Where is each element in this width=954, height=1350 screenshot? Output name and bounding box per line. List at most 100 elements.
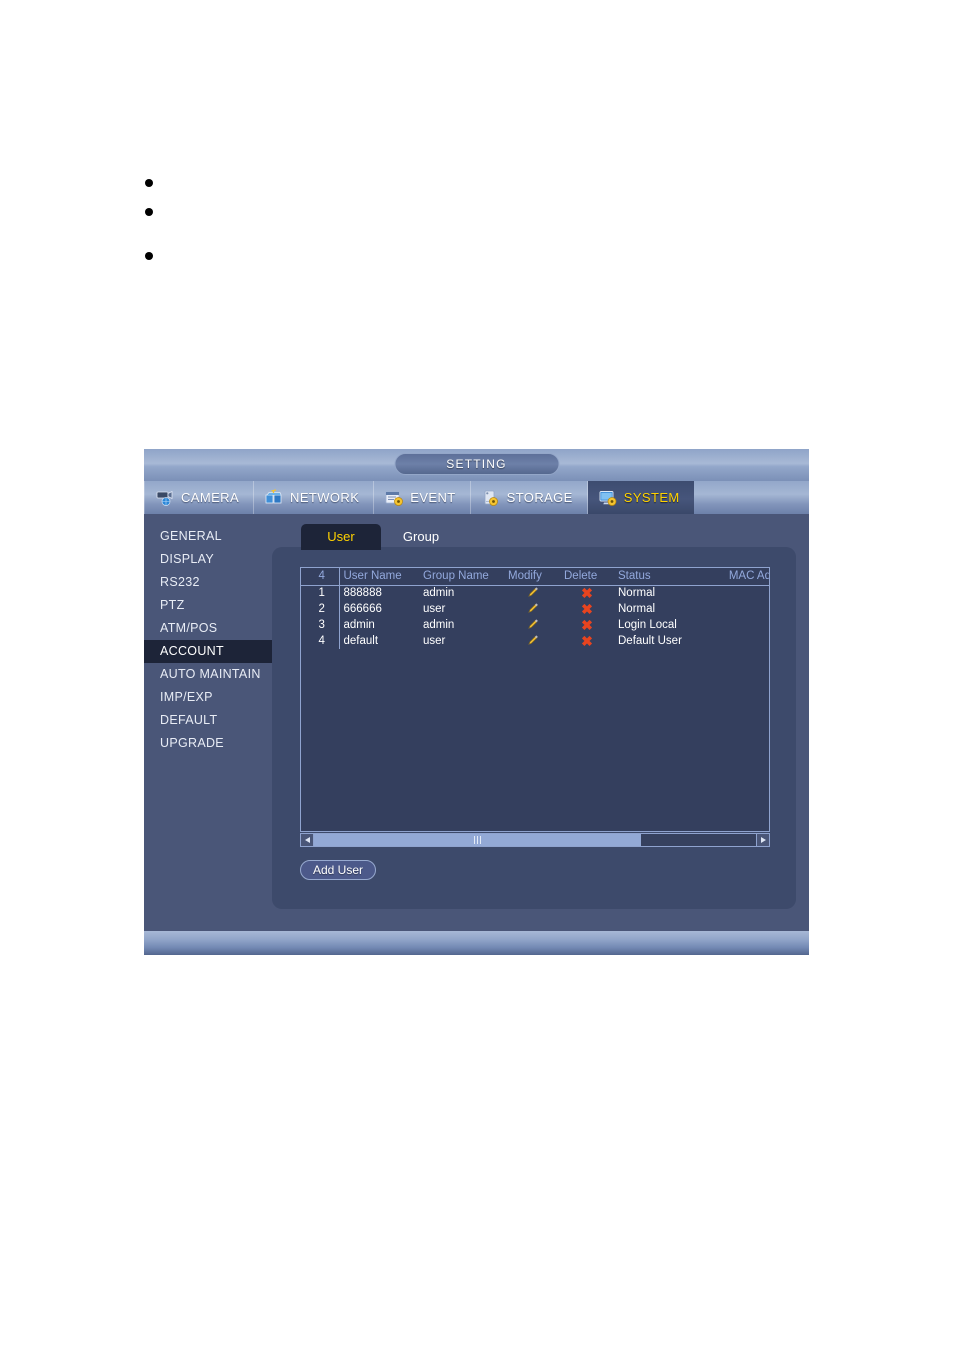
main-tab-bar: CAMERA NETWORK EVENT STORAGE SYSTEM: [144, 481, 809, 514]
cell-user-name: admin: [343, 619, 375, 631]
tab-label: STORAGE: [506, 490, 573, 505]
column-header-delete[interactable]: Delete: [560, 568, 614, 586]
modify-button[interactable]: [504, 601, 560, 617]
cell-status: Normal: [618, 603, 656, 615]
account-panel: 4 User Name Group Name Modify Delete Sta…: [272, 547, 796, 909]
horizontal-scrollbar[interactable]: [300, 833, 770, 847]
tab-user[interactable]: User: [301, 524, 381, 550]
delete-button[interactable]: ✖: [560, 585, 614, 601]
content-area: User Group 4 User Name Group Name Modify…: [272, 514, 809, 931]
tab-system[interactable]: SYSTEM: [587, 481, 694, 514]
close-x-icon: ✖: [581, 617, 593, 633]
close-x-icon: ✖: [581, 601, 593, 617]
cell-user-name: 666666: [343, 603, 382, 615]
delete-button[interactable]: ✖: [560, 617, 614, 633]
camera-icon: [156, 490, 173, 506]
user-table-container: 4 User Name Group Name Modify Delete Sta…: [300, 567, 770, 832]
system-icon: [599, 490, 617, 506]
user-table: 4 User Name Group Name Modify Delete Sta…: [301, 568, 769, 649]
list-item: [145, 172, 165, 187]
scrollbar-thumb[interactable]: [314, 834, 642, 846]
pencil-icon: [527, 587, 538, 598]
tab-group[interactable]: Group: [381, 524, 461, 550]
storage-icon: [484, 490, 498, 506]
cell-status: Default User: [618, 635, 682, 647]
cell-status: Normal: [618, 587, 656, 600]
table-row[interactable]: 3 admin admin ✖ Login Local: [301, 617, 769, 633]
tab-label: SYSTEM: [623, 490, 680, 505]
column-header-status[interactable]: Status: [614, 568, 709, 586]
window-body: GENERAL DISPLAY RS232 PTZ ATM/POS ACCOUN…: [144, 514, 809, 931]
list-item: [145, 245, 165, 260]
column-header-group-name[interactable]: Group Name: [419, 568, 504, 586]
scrollbar-track[interactable]: [314, 834, 756, 846]
scroll-left-arrow-icon[interactable]: [301, 834, 314, 846]
cell-mac-address: [709, 617, 769, 633]
window-title-bar: SETTING: [144, 449, 809, 481]
sidebar-item-atm-pos[interactable]: ATM/POS: [144, 617, 272, 640]
cell-mac-address: [709, 601, 769, 617]
event-icon: [385, 491, 404, 506]
sidebar-item-display[interactable]: DISPLAY: [144, 548, 272, 571]
tab-label: NETWORK: [290, 490, 360, 505]
bullet-dot-icon: [145, 179, 153, 187]
window-status-bar: [144, 931, 809, 955]
modify-button[interactable]: [504, 585, 560, 601]
tab-camera[interactable]: CAMERA: [144, 481, 255, 514]
add-user-button[interactable]: Add User: [300, 860, 376, 880]
row-index: 1: [301, 585, 340, 601]
row-index: 2: [301, 601, 340, 617]
row-index: 3: [301, 617, 340, 633]
sub-tab-bar: User Group: [301, 524, 461, 550]
list-item: [145, 201, 165, 216]
tab-label: EVENT: [410, 490, 456, 505]
tab-event[interactable]: EVENT: [374, 481, 471, 514]
page-title: SETTING: [394, 453, 559, 475]
cell-group-name: user: [423, 635, 446, 647]
sidebar-item-ptz[interactable]: PTZ: [144, 594, 272, 617]
column-header-mac-address[interactable]: MAC Ad: [709, 568, 769, 586]
cell-status: Login Local: [618, 619, 677, 631]
table-row[interactable]: 1 888888 admin ✖ Normal: [301, 585, 769, 601]
column-header-count: 4: [301, 568, 340, 586]
table-row[interactable]: 2 666666 user ✖ Normal: [301, 601, 769, 617]
row-index: 4: [301, 633, 340, 649]
cell-group-name: admin: [423, 619, 455, 631]
network-icon: [265, 488, 282, 503]
tab-network[interactable]: NETWORK: [254, 481, 375, 514]
bullet-dot-icon: [145, 208, 153, 216]
column-header-modify[interactable]: Modify: [504, 568, 560, 586]
close-x-icon: ✖: [581, 585, 593, 601]
cell-user-name: 888888: [343, 587, 382, 600]
cell-mac-address: [709, 633, 769, 649]
delete-button[interactable]: ✖: [560, 601, 614, 617]
tab-storage[interactable]: STORAGE: [471, 481, 588, 514]
grip-line: [474, 836, 476, 844]
cell-group-name: admin: [423, 587, 455, 600]
table-row[interactable]: 4 default user ✖ Default User: [301, 633, 769, 649]
grip-line: [477, 836, 479, 844]
sidebar-item-general[interactable]: GENERAL: [144, 525, 272, 548]
close-x-icon: ✖: [581, 633, 593, 649]
pencil-icon: [527, 619, 538, 630]
sidebar-item-auto-maintain[interactable]: AUTO MAINTAIN: [144, 663, 272, 686]
cell-group-name: user: [423, 603, 446, 615]
modify-button[interactable]: [504, 633, 560, 649]
sidebar-item-upgrade[interactable]: UPGRADE: [144, 732, 272, 755]
pencil-icon: [527, 603, 538, 614]
dvr-setting-window: SETTING CAMERA NETWORK EVENT STORAGE SYS…: [144, 449, 809, 955]
modify-button[interactable]: [504, 617, 560, 633]
sidebar-item-rs232[interactable]: RS232: [144, 571, 272, 594]
sidebar-item-imp-exp[interactable]: IMP/EXP: [144, 686, 272, 709]
tab-label: CAMERA: [181, 490, 240, 505]
cell-user-name: default: [343, 635, 379, 647]
grip-line: [480, 836, 482, 844]
sidebar-item-account[interactable]: ACCOUNT: [144, 640, 272, 663]
column-header-user-name[interactable]: User Name: [339, 568, 419, 586]
cell-mac-address: [709, 585, 769, 601]
delete-button[interactable]: ✖: [560, 633, 614, 649]
sidebar: GENERAL DISPLAY RS232 PTZ ATM/POS ACCOUN…: [144, 514, 272, 931]
pencil-icon: [527, 635, 538, 646]
sidebar-item-default[interactable]: DEFAULT: [144, 709, 272, 732]
scroll-right-arrow-icon[interactable]: [756, 834, 769, 846]
